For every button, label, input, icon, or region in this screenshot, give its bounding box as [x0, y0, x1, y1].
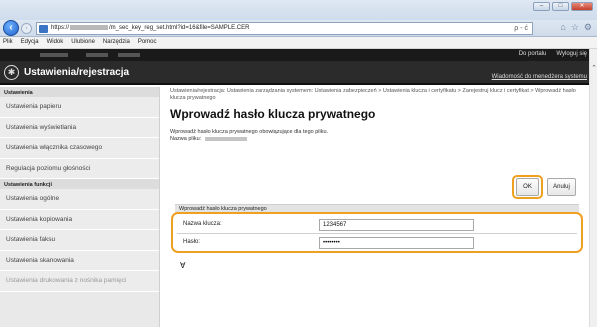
portal-link[interactable]: Do portalu: [519, 51, 547, 57]
redacted-text: [86, 53, 108, 57]
window-controls: – □ ✕: [533, 2, 593, 11]
sidebar-item-timer[interactable]: Ustawienia włącznika czasowego: [0, 138, 159, 159]
cancel-button[interactable]: Anuluj: [547, 178, 576, 196]
address-bar[interactable]: https:// /m_sec_key_reg_set.html?id=16&fi…: [36, 22, 533, 35]
sidebar-section-functions: Ustawienia funkcji: [0, 179, 159, 189]
browser-toolbar-icons: ⌂ ☆ ⚙: [560, 22, 592, 33]
menu-favorites[interactable]: Ulubione: [68, 37, 98, 45]
message-to-manager-link[interactable]: Wiadomość do menedżera systemu: [492, 74, 587, 80]
redacted-filename: [205, 136, 248, 141]
menu-help[interactable]: Pomoc: [135, 37, 160, 45]
sidebar-item-media-print[interactable]: Ustawienia drukowania z nośnika pamięci: [0, 271, 159, 292]
settings-gear-icon[interactable]: ⚙: [584, 22, 592, 33]
favorites-star-icon[interactable]: ☆: [571, 22, 579, 33]
sidebar-item-general[interactable]: Ustawienia ogólne: [0, 189, 159, 210]
address-url[interactable]: https:// /m_sec_key_reg_set.html?id=16&fi…: [51, 25, 249, 31]
address-url-suffix: /m_sec_key_reg_set.html?id=16&file=SAMPL…: [109, 25, 250, 32]
redacted-text: [40, 53, 68, 57]
device-info-strip: [0, 49, 589, 61]
page-favicon-icon: [39, 25, 48, 33]
minimize-button[interactable]: –: [533, 2, 550, 11]
menu-edit[interactable]: Edycja: [18, 37, 42, 45]
page-header: ✱ Ustawienia/rejestracja Do portalu Wylo…: [0, 51, 589, 85]
header-top-links: Do portalu Wyloguj się: [519, 51, 587, 57]
redacted-text: [118, 53, 140, 57]
maximize-button[interactable]: □: [552, 2, 569, 11]
description: Wprowadź hasło klucza prywatnego obowiąz…: [170, 129, 580, 143]
sidebar-item-display[interactable]: Ustawienia wyświetlania: [0, 117, 159, 138]
menu-file[interactable]: Plik: [0, 37, 16, 45]
sidebar-item-volume[interactable]: Regulacja poziomu głośności: [0, 158, 159, 179]
scroll-up-arrow-icon[interactable]: ⌃: [590, 64, 597, 72]
sidebar-item-scan[interactable]: Ustawienia skanowania: [0, 250, 159, 271]
browser-menu-bar: Plik Edycja Widok Ulubione Narzędzia Pom…: [0, 37, 597, 49]
menu-tools[interactable]: Narzędzia: [100, 37, 133, 45]
description-text: Wprowadź hasło klucza prywatnego obowiąz…: [170, 129, 329, 135]
menu-view[interactable]: Widok: [44, 37, 67, 45]
browser-title-bar: – □ ✕: [0, 0, 597, 20]
key-name-input[interactable]: 1234567: [319, 219, 474, 231]
sidebar-section-settings: Ustawienia: [0, 87, 159, 97]
page-section-title: Ustawienia/rejestracja: [24, 67, 130, 78]
sidebar-item-copy[interactable]: Ustawienia kopiowania: [0, 209, 159, 230]
back-arrow-icon[interactable]: ‹: [3, 20, 19, 36]
address-tools[interactable]: ρ - ć: [514, 25, 528, 32]
forward-arrow-icon[interactable]: ›: [21, 23, 32, 34]
breadcrumb: Ustawienia/rejestracja: Ustawienia zarzą…: [170, 88, 576, 101]
back-to-top-icon[interactable]: Ɐ: [180, 261, 185, 270]
sidebar-item-fax[interactable]: Ustawienia faksu: [0, 230, 159, 251]
redacted-host: [70, 25, 109, 30]
password-input[interactable]: ••••••••: [319, 237, 474, 249]
filename-label: Nazwa pliku:: [170, 136, 202, 142]
ok-button[interactable]: OK: [516, 178, 539, 196]
home-icon[interactable]: ⌂: [560, 22, 565, 33]
key-name-label: Nazwa klucza:: [183, 221, 222, 227]
main-content: Ustawienia/rejestracja: Ustawienia zarzą…: [170, 88, 580, 143]
sidebar-item-paper[interactable]: Ustawienia papieru: [0, 97, 159, 118]
close-window-button[interactable]: ✕: [571, 2, 593, 11]
form-divider: [177, 233, 577, 234]
filename-row: Nazwa pliku:: [170, 136, 580, 143]
browser-nav-row: ‹ › https:// /m_sec_key_reg_set.html?id=1…: [0, 20, 597, 37]
logout-link[interactable]: Wyloguj się: [556, 51, 587, 57]
settings-icon: ✱: [4, 65, 19, 80]
page-scrollbar[interactable]: ⌃: [589, 49, 597, 327]
sidebar: Ustawienia Ustawienia papieru Ustawienia…: [0, 87, 160, 327]
address-url-prefix: https://: [51, 25, 70, 32]
password-label: Hasło:: [183, 239, 201, 245]
page-title: Wprowadź hasło klucza prywatnego: [170, 107, 376, 121]
